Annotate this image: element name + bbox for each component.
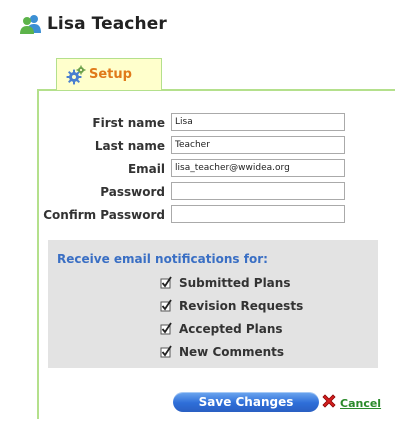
accepted-plans-label: Accepted Plans	[179, 322, 283, 336]
users-icon	[20, 15, 41, 34]
save-changes-button[interactable]: Save Changes	[173, 392, 319, 412]
submitted-plans-label: Submitted Plans	[179, 276, 291, 290]
option-new-comments[interactable]: New Comments	[160, 345, 285, 359]
tab-label: Setup	[89, 67, 132, 82]
new-comments-checkbox[interactable]	[160, 345, 172, 358]
password-label: Password	[100, 185, 165, 199]
first-name-field[interactable]	[171, 113, 345, 131]
revision-requests-label: Revision Requests	[179, 299, 304, 313]
notifications-section: Receive email notifications for: Submitt…	[48, 240, 378, 368]
email-label: Email	[127, 162, 165, 176]
option-revision-requests[interactable]: Revision Requests	[160, 299, 304, 313]
revision-requests-checkbox[interactable]	[160, 299, 172, 312]
cancel-label: Cancel	[340, 396, 382, 410]
confirm-password-label: Confirm Password	[43, 208, 165, 222]
page-title: Lisa Teacher	[47, 14, 167, 34]
password-field[interactable]	[171, 182, 345, 200]
tab-setup[interactable]: Setup	[56, 58, 162, 90]
submitted-plans-checkbox[interactable]	[160, 276, 172, 289]
notifications-heading: Receive email notifications for:	[57, 252, 268, 266]
new-comments-label: New Comments	[179, 345, 285, 359]
last-name-field[interactable]	[171, 136, 345, 154]
first-name-label: First name	[92, 116, 165, 130]
cancel-link[interactable]: Cancel	[320, 392, 381, 410]
accepted-plans-checkbox[interactable]	[160, 322, 172, 335]
option-submitted-plans[interactable]: Submitted Plans	[160, 276, 291, 290]
page-header: Lisa Teacher	[20, 12, 167, 36]
option-accepted-plans[interactable]: Accepted Plans	[160, 322, 283, 336]
confirm-password-field[interactable]	[171, 205, 345, 223]
last-name-label: Last name	[94, 139, 165, 153]
email-field[interactable]	[171, 159, 345, 177]
x-icon	[322, 394, 336, 408]
gear-icon	[66, 65, 86, 84]
